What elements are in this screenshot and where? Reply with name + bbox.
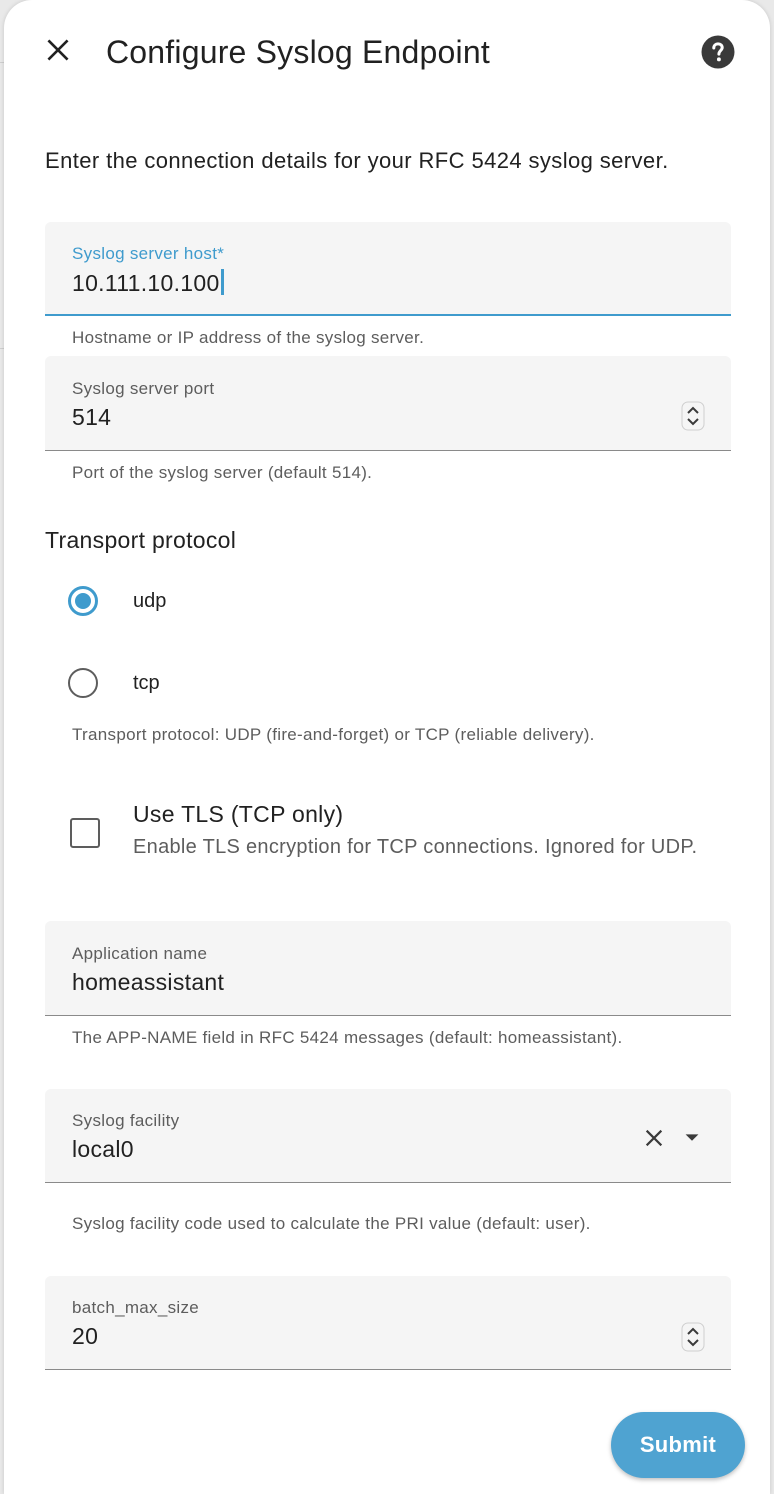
batch-size-input[interactable]: 20 [72, 1323, 98, 1350]
protocol-helper: Transport protocol: UDP (fire-and-forget… [72, 725, 595, 744]
facility-helper: Syslog facility code used to calculate t… [72, 1214, 591, 1233]
port-helper: Port of the syslog server (default 514). [72, 463, 373, 482]
radio-udp-label: udp [133, 589, 167, 612]
configure-dialog: Configure Syslog Endpoint Enter the conn… [4, 0, 770, 1494]
dialog-description: Enter the connection details for your RF… [45, 148, 669, 173]
app-name-input[interactable]: homeassistant [72, 969, 224, 996]
submit-button[interactable]: Submit [611, 1412, 745, 1478]
facility-value: local0 [72, 1136, 134, 1162]
clear-icon [645, 1129, 663, 1147]
batch-size-label: batch_max_size [72, 1298, 200, 1317]
tls-title: Use TLS (TCP only) [133, 801, 344, 827]
facility-select[interactable]: Syslog facility local0 [45, 1089, 731, 1183]
arrow-drop-down-icon [685, 1134, 699, 1141]
host-label: Syslog server host* [72, 244, 225, 263]
tls-description: Enable TLS encryption for TCP connection… [133, 836, 698, 858]
radio-udp[interactable]: udp [68, 581, 166, 621]
port-label: Syslog server port [72, 379, 215, 398]
radio-button-checked[interactable] [68, 586, 98, 616]
radio-tcp-label: tcp [133, 671, 160, 694]
batch-size-field[interactable]: batch_max_size 20 [45, 1276, 731, 1370]
host-value-wrap: 10.111.10.100 [72, 269, 224, 297]
host-field[interactable]: Syslog server host* 10.111.10.100 [45, 222, 731, 316]
tls-checkbox[interactable] [70, 818, 100, 848]
dialog-title: Configure Syslog Endpoint [106, 34, 490, 70]
host-helper: Hostname or IP address of the syslog ser… [72, 328, 425, 347]
close-button[interactable] [38, 30, 78, 70]
clear-button[interactable] [639, 1123, 669, 1153]
close-icon [47, 39, 69, 61]
port-field[interactable]: Syslog server port 514 [45, 356, 731, 451]
help-button[interactable] [698, 32, 738, 72]
help-circle-icon [701, 35, 735, 69]
app-name-field[interactable]: Application name homeassistant [45, 921, 731, 1016]
app-name-helper: The APP-NAME field in RFC 5424 messages … [72, 1028, 623, 1047]
radio-button[interactable] [68, 668, 98, 698]
unfold-icon[interactable] [681, 401, 705, 431]
unfold-icon[interactable] [681, 1322, 705, 1352]
app-name-label: Application name [72, 944, 208, 963]
port-input[interactable]: 514 [72, 404, 111, 431]
facility-label: Syslog facility [72, 1111, 180, 1130]
dropdown-button[interactable] [677, 1123, 707, 1153]
host-input[interactable]: 10.111.10.100 [72, 270, 220, 296]
radio-tcp[interactable]: tcp [68, 663, 160, 703]
protocol-title: Transport protocol [45, 527, 237, 553]
radio-dot [75, 593, 91, 609]
text-caret [220, 269, 224, 295]
